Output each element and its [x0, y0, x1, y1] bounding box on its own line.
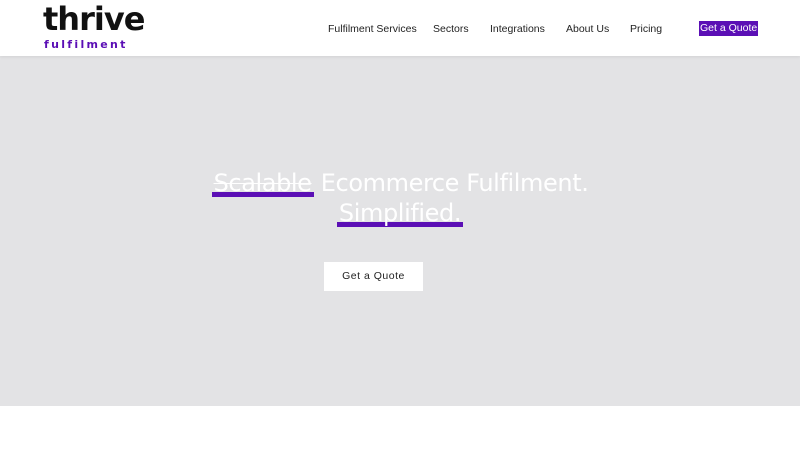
- thrive-logo[interactable]: thrive fulfilment: [43, 0, 153, 52]
- logo-wordmark: thrive: [43, 0, 145, 38]
- nav-pricing[interactable]: Pricing: [630, 21, 662, 37]
- site-header: thrive fulfilment Fulfilment Services Se…: [0, 0, 800, 56]
- nav-about-us[interactable]: About Us: [566, 21, 609, 37]
- headline-scalable: Scalable: [211, 169, 314, 197]
- headline-ecommerce-fulfilment: Ecommerce Fulfilment.: [320, 169, 589, 197]
- header-get-quote-button[interactable]: Get a Quote: [699, 21, 759, 36]
- logo-tagline: fulfilment: [44, 38, 128, 51]
- hero-get-quote-button[interactable]: Get a Quote: [324, 262, 423, 291]
- nav-fulfilment-services[interactable]: Fulfilment Services: [328, 21, 417, 37]
- hero-section: [0, 56, 800, 406]
- headline-simplified: Simplified.: [336, 199, 464, 227]
- nav-sectors[interactable]: Sectors: [433, 21, 469, 37]
- below-hero-section: [0, 406, 800, 450]
- hero-headline: Scalable Ecommerce Fulfilment. Simplifie…: [0, 168, 800, 228]
- nav-integrations[interactable]: Integrations: [490, 21, 545, 37]
